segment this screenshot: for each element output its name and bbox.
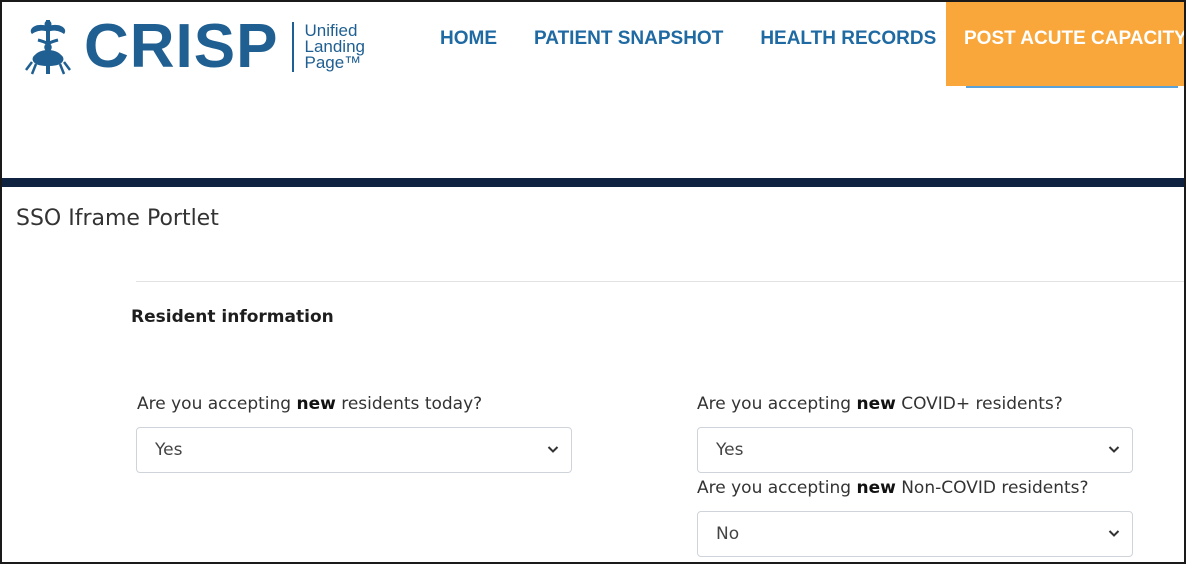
caduceus-crab-icon	[25, 20, 71, 75]
non-covid-residents-select[interactable]: No	[697, 511, 1133, 557]
brand-subtitle: Unified Landing Page™	[304, 22, 365, 72]
crisp-logo[interactable]: CRISP Unified Landing Page™	[24, 16, 365, 78]
nav-health-records[interactable]: HEALTH RECORDS	[760, 2, 936, 86]
question-emphasis: new	[856, 394, 896, 414]
section-divider	[136, 281, 1184, 282]
question-suffix: Non-COVID residents?	[895, 478, 1089, 498]
question-prefix: Are you accepting	[137, 394, 297, 414]
select-value: Yes	[155, 440, 183, 460]
question-emphasis: new	[856, 478, 896, 498]
question-label-new-residents: Are you accepting new residents today?	[137, 394, 482, 414]
app-window: CRISP Unified Landing Page™ HOME PATIENT…	[0, 0, 1186, 564]
select-value: Yes	[716, 440, 744, 460]
question-suffix: residents today?	[335, 394, 483, 414]
new-residents-select[interactable]: Yes	[136, 427, 572, 473]
select-value: No	[716, 524, 740, 544]
brand-wordmark: CRISP	[84, 12, 279, 81]
chevron-down-icon	[1108, 446, 1120, 453]
nav-patient-snapshot[interactable]: PATIENT SNAPSHOT	[534, 2, 723, 86]
main-nav: HOME PATIENT SNAPSHOT HEALTH RECORDS	[422, 2, 936, 86]
nav-home[interactable]: HOME	[440, 2, 497, 86]
site-header: CRISP Unified Landing Page™ HOME PATIENT…	[2, 2, 1184, 178]
nav-active-underline	[966, 86, 1178, 88]
brand-subtitle-line: Page™	[304, 53, 362, 72]
question-suffix: COVID+ residents?	[895, 394, 1063, 414]
section-title: Resident information	[131, 307, 334, 327]
logo-divider	[292, 22, 295, 72]
nav-post-acute-capacity[interactable]: POST ACUTE CAPACITY	[946, 2, 1184, 86]
question-prefix: Are you accepting	[697, 394, 857, 414]
question-label-non-covid-residents: Are you accepting new Non-COVID resident…	[697, 478, 1089, 498]
question-prefix: Are you accepting	[697, 478, 857, 498]
chevron-down-icon	[1108, 530, 1120, 537]
chevron-down-icon	[547, 446, 559, 453]
portlet-title: SSO Iframe Portlet	[16, 206, 219, 231]
header-divider-bar	[2, 178, 1184, 187]
question-label-covid-residents: Are you accepting new COVID+ residents?	[697, 394, 1063, 414]
covid-residents-select[interactable]: Yes	[697, 427, 1133, 473]
question-emphasis: new	[296, 394, 336, 414]
